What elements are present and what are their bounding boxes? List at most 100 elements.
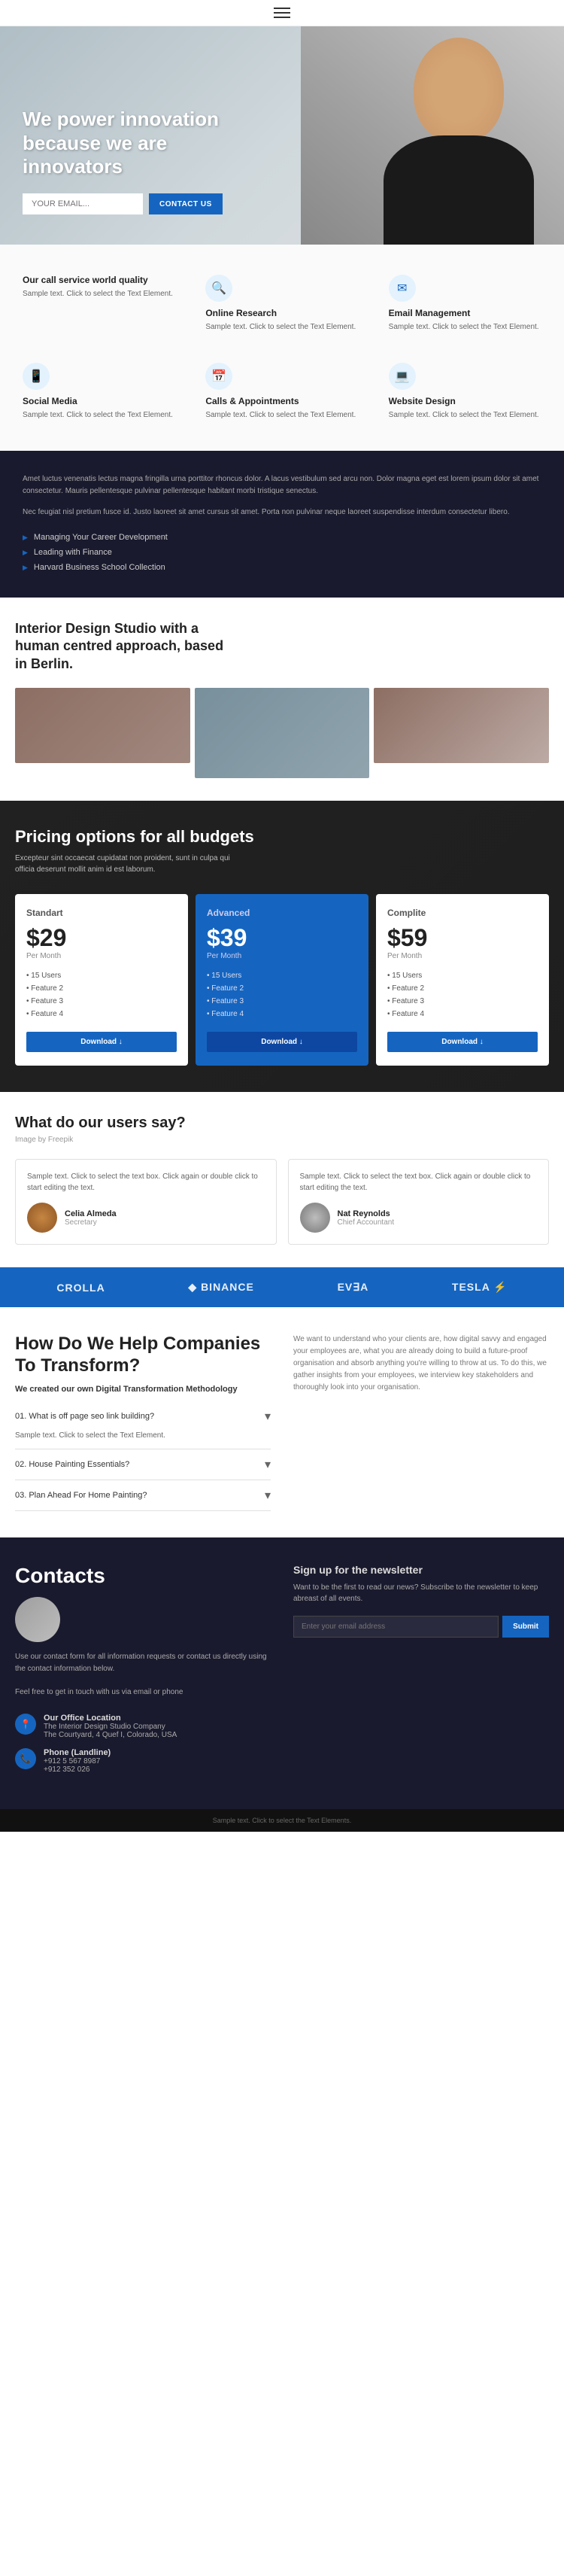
online-research-icon: 🔍 — [205, 275, 232, 302]
help-grid: How Do We Help Companies To Transform? W… — [15, 1334, 549, 1511]
help-right-text: We want to understand who your clients a… — [293, 1334, 549, 1394]
dark-section: Amet luctus venenatis lectus magna fring… — [0, 451, 564, 598]
logo-binance: ◆ BINANCE — [188, 1281, 253, 1294]
logos-section: CROLLA ◆ BINANCE EV∃A TESLA ⚡ — [0, 1267, 564, 1307]
accordion-header-1[interactable]: 01. What is off page seo link building? … — [15, 1409, 271, 1424]
plan-per-month-advanced: Per Month — [207, 952, 357, 960]
header — [0, 0, 564, 26]
feature-c-1: 15 Users — [387, 969, 538, 982]
contacts-sub-description: Feel free to get in touch with us via em… — [15, 1686, 271, 1699]
service-item-email-management: ✉ Email Management Sample text. Click to… — [381, 267, 549, 340]
pricing-section: Pricing options for all budgets Excepteu… — [0, 801, 564, 1092]
accordion-item-3[interactable]: 03. Plan Ahead For Home Painting? ▾ — [15, 1480, 271, 1511]
dark-list-item-2: Leading with Finance — [23, 545, 541, 560]
footer: Sample text. Click to select the Text El… — [0, 1809, 564, 1832]
office-line2: The Courtyard, 4 Quef I, Colorado, USA — [44, 1731, 177, 1739]
logo-tesla: TESLA ⚡ — [452, 1281, 508, 1294]
office-text: Our Office Location The Interior Design … — [44, 1714, 177, 1739]
hero-form: CONTACT US — [23, 193, 541, 214]
avatar-nat — [300, 1203, 330, 1233]
newsletter-title: Sign up for the newsletter — [293, 1564, 549, 1576]
hero-title: We power innovation because we are innov… — [23, 108, 233, 178]
download-button-advanced[interactable]: Download ↓ — [207, 1032, 357, 1052]
download-button-standard[interactable]: Download ↓ — [26, 1032, 177, 1052]
contacts-right: Sign up for the newsletter Want to be th… — [293, 1564, 549, 1783]
phone-text: Phone (Landline) +912 5 567 8987 +912 35… — [44, 1748, 111, 1774]
phone-line1: +912 5 567 8987 — [44, 1757, 111, 1765]
email-management-icon: ✉ — [389, 275, 416, 302]
accordion-title-2: 02. House Painting Essentials? — [15, 1460, 129, 1469]
service-item-social-media: 📱 Social Media Sample text. Click to sel… — [15, 355, 183, 428]
services-grid: Our call service world quality Sample te… — [15, 267, 549, 428]
accordion-chevron-1: ▾ — [265, 1409, 271, 1424]
dark-paragraph-1: Amet luctus venenatis lectus magna fring… — [23, 473, 541, 497]
download-button-complite[interactable]: Download ↓ — [387, 1032, 538, 1052]
help-section: How Do We Help Companies To Transform? W… — [0, 1307, 564, 1537]
contact-us-button[interactable]: CONTACT US — [149, 193, 223, 214]
accordion-header-2[interactable]: 02. House Painting Essentials? ▾ — [15, 1457, 271, 1472]
logo-evga: EV∃A — [338, 1281, 369, 1294]
dark-list: Managing Your Career Development Leading… — [23, 530, 541, 575]
plan-features-advanced: 15 Users Feature 2 Feature 3 Feature 4 — [207, 969, 357, 1020]
accordion-content-1: Sample text. Click to select the Text El… — [15, 1430, 271, 1441]
studio-image-1 — [15, 688, 190, 763]
feature-s-1: 15 Users — [26, 969, 177, 982]
accordion-item-2[interactable]: 02. House Painting Essentials? ▾ — [15, 1449, 271, 1480]
dark-list-item-1: Managing Your Career Development — [23, 530, 541, 545]
plan-per-month-standard: Per Month — [26, 952, 177, 960]
dark-list-item-3: Harvard Business School Collection — [23, 560, 541, 575]
pricing-card-advanced: Advanced $39 Per Month 15 Users Feature … — [196, 894, 368, 1066]
office-detail: 📍 Our Office Location The Interior Desig… — [15, 1714, 271, 1739]
newsletter-submit-button[interactable]: Submit — [502, 1616, 549, 1638]
testimonials-title: What do our users say? — [15, 1115, 549, 1132]
services-section: Our call service world quality Sample te… — [0, 245, 564, 451]
contacts-title: Contacts — [15, 1564, 271, 1588]
service-item-website-design: 💻 Website Design Sample text. Click to s… — [381, 355, 549, 428]
service-item-our-call: Our call service world quality Sample te… — [15, 267, 183, 340]
plan-per-month-complite: Per Month — [387, 952, 538, 960]
website-design-icon: 💻 — [389, 363, 416, 390]
testimonial-card-1: Sample text. Click to select the text bo… — [15, 1159, 277, 1245]
phone-line2: +912 352 026 — [44, 1765, 111, 1774]
testimonials-grid: Sample text. Click to select the text bo… — [15, 1159, 549, 1245]
accordion-item-1[interactable]: 01. What is off page seo link building? … — [15, 1401, 271, 1449]
service-item-online-research: 🔍 Online Research Sample text. Click to … — [198, 267, 365, 340]
social-media-icon: 📱 — [23, 363, 50, 390]
plan-name-complite: Complite — [387, 908, 538, 918]
studio-images — [15, 688, 549, 778]
studio-image-3 — [374, 688, 549, 763]
plan-price-complite: $59 — [387, 924, 538, 952]
pricing-card-standard: Standart $29 Per Month 15 Users Feature … — [15, 894, 188, 1066]
feature-a-4: Feature 4 — [207, 1008, 357, 1020]
accordion-header-3[interactable]: 03. Plan Ahead For Home Painting? ▾ — [15, 1488, 271, 1503]
testimonial-card-2: Sample text. Click to select the text bo… — [288, 1159, 550, 1245]
feature-c-4: Feature 4 — [387, 1008, 538, 1020]
accordion-chevron-2: ▾ — [265, 1457, 271, 1472]
plan-name-standard: Standart — [26, 908, 177, 918]
accordion-chevron-3: ▾ — [265, 1488, 271, 1503]
newsletter-email-input[interactable] — [293, 1616, 499, 1638]
email-input[interactable] — [23, 193, 143, 214]
footer-text: Sample text. Click to select the Text El… — [15, 1817, 549, 1824]
person-name-1: Celia Almeda — [65, 1209, 117, 1218]
pricing-subtitle: Excepteur sint occaecat cupidatat non pr… — [15, 853, 241, 875]
feature-a-2: Feature 2 — [207, 982, 357, 995]
logo-crolla: CROLLA — [56, 1282, 105, 1294]
phone-detail: 📞 Phone (Landline) +912 5 567 8987 +912 … — [15, 1748, 271, 1774]
feature-a-1: 15 Users — [207, 969, 357, 982]
avatar-celia — [27, 1203, 57, 1233]
studio-image-2 — [195, 688, 370, 778]
testimonial-text-2: Sample text. Click to select the text bo… — [300, 1171, 538, 1194]
person-name-2: Nat Reynolds — [338, 1209, 395, 1218]
feature-s-4: Feature 4 — [26, 1008, 177, 1020]
help-left: How Do We Help Companies To Transform? W… — [15, 1334, 271, 1511]
dark-paragraph-2: Nec feugiat nisl pretium fusce id. Justo… — [23, 506, 541, 519]
plan-name-advanced: Advanced — [207, 908, 357, 918]
office-line1: The Interior Design Studio Company — [44, 1723, 177, 1731]
studio-section: Interior Design Studio with a human cent… — [0, 598, 564, 801]
hamburger-menu[interactable] — [274, 8, 290, 18]
help-subtitle: We created our own Digital Transformatio… — [15, 1385, 271, 1394]
plan-price-advanced: $39 — [207, 924, 357, 952]
phone-icon: 📞 — [15, 1748, 36, 1769]
contacts-left: Contacts Use our contact form for all in… — [15, 1564, 271, 1783]
